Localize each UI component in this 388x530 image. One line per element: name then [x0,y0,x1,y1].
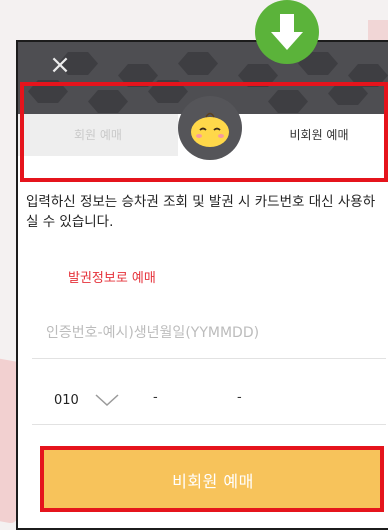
auth-field-underline [32,358,386,359]
tab-member-booking[interactable]: 회원 예매 [18,114,178,156]
hex-pattern [28,80,68,103]
phone-field-underline [32,424,386,425]
phone-separator: - [153,390,158,405]
phone-separator: - [237,390,242,405]
phone-middle-input[interactable] [168,386,218,410]
tab-nonmember-booking[interactable]: 비회원 예매 [248,114,388,156]
ticket-info-booking-link[interactable]: 발권정보로 예매 [68,267,156,286]
auth-number-input[interactable] [46,320,366,346]
hex-pattern [88,90,128,113]
nonmember-booking-modal: × 회원 예매 비회원 예매 입력하신 정보는 승차권 조회 및 발권 시 카드… [16,40,388,530]
hex-pattern [178,52,218,75]
description-text: 입력하신 정보는 승차권 조회 및 발권 시 카드번호 대신 사용하실 수 있습… [26,194,376,230]
phone-last-input[interactable] [252,386,302,410]
mascot-badge [178,96,242,160]
down-arrow-badge [255,0,319,64]
nonmember-booking-submit-button[interactable]: 비회원 예매 [44,450,382,510]
phone-prefix-select[interactable]: 010 [54,393,90,408]
hex-pattern [238,64,278,87]
down-arrow-icon [271,14,303,50]
chevron-down-icon[interactable] [90,390,124,410]
hex-pattern [268,90,308,113]
close-button[interactable]: × [44,50,76,82]
mascot-icon [191,112,229,147]
hex-pattern [148,80,188,103]
phone-row: 010 [54,388,124,412]
hex-pattern [118,64,158,87]
close-icon: × [49,50,71,80]
